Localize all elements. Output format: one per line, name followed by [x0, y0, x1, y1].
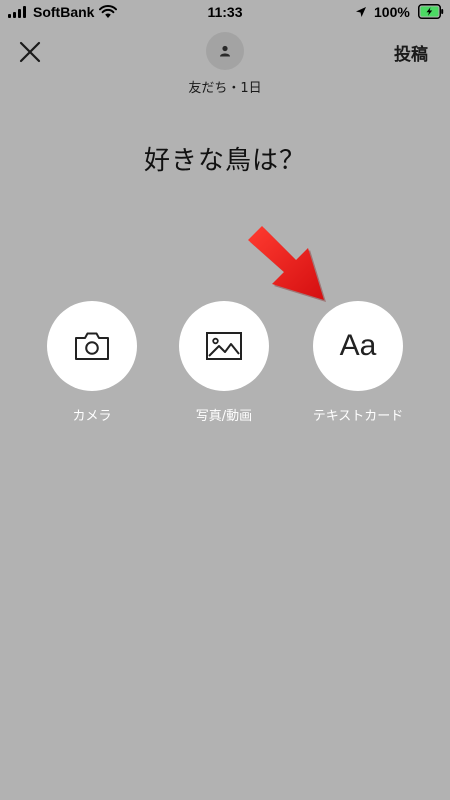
photo-video-option-label: 写真/動画 — [195, 409, 253, 424]
text-card-option[interactable]: Aa テキストカード — [298, 301, 418, 424]
text-card-option-label: テキストカード — [312, 409, 404, 424]
battery-charging-icon — [418, 4, 444, 19]
red-arrow-icon — [248, 226, 326, 302]
camera-button[interactable] — [47, 301, 137, 391]
camera-option-label: カメラ — [72, 409, 112, 424]
camera-option[interactable]: カメラ — [32, 301, 152, 424]
location-icon — [356, 7, 366, 17]
post-prompt: 好きな鳥は？ — [143, 146, 306, 176]
camera-icon — [75, 332, 109, 360]
close-icon[interactable] — [18, 40, 42, 64]
battery-percent: 100% — [374, 4, 410, 20]
image-icon — [206, 332, 242, 360]
avatar[interactable] — [206, 32, 244, 70]
text-card-icon: Aa — [339, 329, 377, 362]
photo-video-option[interactable]: 写真/動画 — [164, 301, 284, 424]
audience-setting[interactable]: 友だち・1日 — [0, 77, 450, 96]
text-card-button[interactable]: Aa — [313, 301, 403, 391]
post-button[interactable]: 投稿 — [394, 40, 428, 65]
status-bar: SoftBank 11:33 100% — [0, 0, 450, 26]
person-icon — [220, 45, 230, 57]
photo-video-button[interactable] — [179, 301, 269, 391]
